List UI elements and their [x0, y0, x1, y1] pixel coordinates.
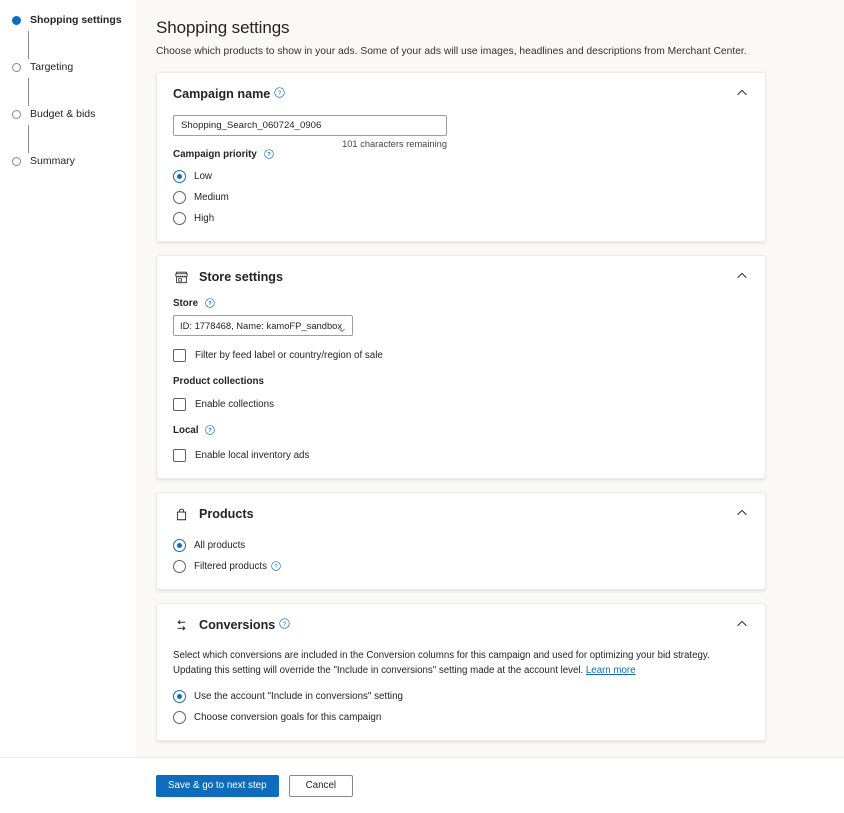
storefront-icon [173, 269, 190, 286]
enable-local-inventory-ads-checkbox[interactable]: Enable local inventory ads [173, 444, 749, 466]
campaign-name-card-header: Campaign name ? [173, 73, 749, 115]
step-label: Shopping settings [30, 12, 122, 28]
radio-label: All products [194, 540, 245, 551]
radio-label: Use the account "Include in conversions"… [194, 691, 403, 702]
conversions-option-campaign-goals[interactable]: Choose conversion goals for this campaig… [173, 707, 749, 728]
products-option-filtered-products[interactable]: Filtered products ? [173, 556, 749, 577]
step-navigation: Shopping settings Targeting Budget & bid… [0, 0, 136, 757]
campaign-priority-label: Campaign priority ? [173, 149, 749, 162]
checkbox-label: Enable collections [195, 399, 274, 410]
store-label: Store ? [173, 298, 749, 311]
checkbox-icon [173, 349, 186, 362]
products-option-all-products[interactable]: All products [173, 535, 749, 556]
step-label: Summary [30, 153, 75, 169]
store-settings-card: Store settings Store ? ID: 1778468, Name… [156, 255, 766, 479]
step-dot-icon [12, 157, 21, 166]
radio-label: Low [194, 171, 212, 182]
local-label-text: Local [173, 425, 199, 436]
svg-text:?: ? [208, 301, 212, 307]
sidebar-item-shopping-settings[interactable]: Shopping settings [12, 12, 136, 31]
priority-option-medium[interactable]: Medium [173, 187, 749, 208]
campaign-priority-label-text: Campaign priority [173, 149, 257, 160]
help-circle-icon[interactable]: ? [271, 558, 281, 576]
priority-option-low[interactable]: Low [173, 166, 749, 187]
campaign-name-input[interactable] [173, 115, 447, 136]
step-connector [28, 125, 29, 153]
step-connector [28, 31, 29, 59]
products-card-header: Products [173, 493, 749, 535]
chevron-up-icon[interactable] [735, 506, 749, 520]
help-circle-icon[interactable]: ? [264, 149, 274, 162]
radio-label: Choose conversion goals for this campaig… [194, 712, 381, 723]
shopping-bag-icon [173, 506, 190, 523]
help-circle-icon[interactable]: ? [205, 298, 215, 311]
product-collections-label: Product collections [173, 376, 749, 387]
local-label: Local ? [173, 425, 749, 438]
radio-icon [173, 539, 186, 552]
radio-label: Medium [194, 192, 229, 203]
filter-by-feed-label-checkbox[interactable]: Filter by feed label or country/region o… [173, 344, 749, 366]
main-content: Shopping settings Choose which products … [136, 0, 844, 757]
shopping-settings-page: Shopping settings Targeting Budget & bid… [0, 0, 844, 813]
products-card: Products All products Filtered products … [156, 492, 766, 590]
svg-text:?: ? [283, 621, 287, 628]
conversions-card-header: Conversions ? [173, 604, 749, 646]
sidebar-item-targeting[interactable]: Targeting [12, 59, 136, 78]
enable-collections-checkbox[interactable]: Enable collections [173, 393, 749, 415]
card-title: Store settings [199, 270, 283, 284]
page-footer: Save & go to next step Cancel [0, 757, 844, 813]
page-body: Shopping settings Targeting Budget & bid… [0, 0, 844, 757]
radio-icon [173, 690, 186, 703]
save-and-next-button[interactable]: Save & go to next step [156, 775, 279, 797]
store-label-text: Store [173, 298, 198, 309]
card-title: Conversions [199, 618, 275, 632]
step-label: Targeting [30, 59, 73, 75]
chevron-up-icon[interactable] [735, 269, 749, 283]
step-connector [28, 78, 29, 106]
cancel-button[interactable]: Cancel [289, 775, 354, 797]
page-subtitle: Choose which products to show in your ad… [156, 45, 766, 59]
checkbox-label: Filter by feed label or country/region o… [195, 350, 383, 361]
step-dot-icon [12, 63, 21, 72]
checkbox-icon [173, 398, 186, 411]
radio-label: Filtered products [194, 561, 267, 572]
radio-icon [173, 191, 186, 204]
svg-text:?: ? [209, 428, 213, 434]
step-dot-icon [12, 16, 21, 25]
conversions-description: Select which conversions are included in… [173, 648, 749, 678]
chevron-up-icon[interactable] [735, 617, 749, 631]
step-dot-icon [12, 110, 21, 119]
characters-remaining-hint: 101 characters remaining [173, 139, 447, 149]
conversions-card: Conversions ? Select which conversions a… [156, 603, 766, 741]
sidebar-item-budget-and-bids[interactable]: Budget & bids [12, 106, 136, 125]
radio-icon [173, 170, 186, 183]
svg-text:?: ? [274, 564, 277, 570]
chevron-up-icon[interactable] [735, 86, 749, 100]
store-select[interactable]: ID: 1778468, Name: kamoFP_sandbox [173, 315, 353, 336]
exchange-arrows-icon [173, 617, 190, 634]
conversions-option-account-setting[interactable]: Use the account "Include in conversions"… [173, 686, 749, 707]
svg-text:?: ? [278, 90, 282, 97]
campaign-name-card: Campaign name ? 101 characters remaining… [156, 72, 766, 242]
radio-label: High [194, 213, 214, 224]
help-circle-icon[interactable]: ? [274, 85, 285, 103]
priority-option-high[interactable]: High [173, 208, 749, 229]
help-circle-icon[interactable]: ? [205, 425, 215, 438]
card-title: Products [199, 507, 254, 521]
checkbox-icon [173, 449, 186, 462]
store-settings-card-header: Store settings [173, 256, 749, 298]
checkbox-label: Enable local inventory ads [195, 450, 309, 461]
store-select-value[interactable]: ID: 1778468, Name: kamoFP_sandbox [173, 315, 353, 336]
radio-icon [173, 560, 186, 573]
radio-icon [173, 711, 186, 724]
page-title: Shopping settings [156, 18, 766, 38]
help-circle-icon[interactable]: ? [279, 616, 290, 634]
sidebar-item-summary[interactable]: Summary [12, 153, 136, 172]
svg-text:?: ? [267, 152, 271, 158]
learn-more-link[interactable]: Learn more [586, 665, 636, 676]
step-label: Budget & bids [30, 106, 95, 122]
card-title: Campaign name [173, 87, 270, 101]
radio-icon [173, 212, 186, 225]
